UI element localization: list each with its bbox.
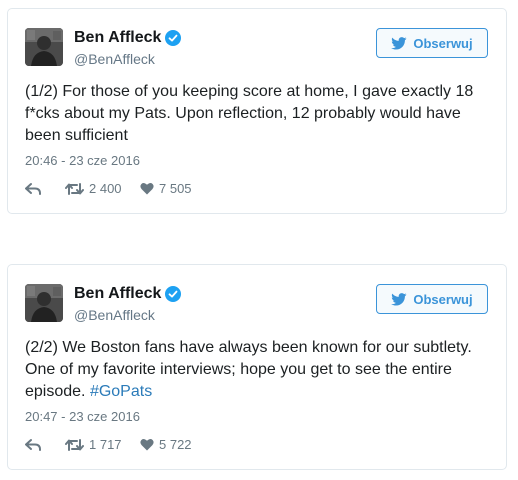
retweet-button[interactable]: 2 400 — [65, 181, 140, 196]
tweet-text: (2/2) We Boston fans have always been kn… — [25, 337, 495, 403]
hashtag-link[interactable]: #GoPats — [90, 383, 152, 400]
heart-icon — [140, 182, 154, 195]
retweet-icon — [65, 438, 84, 451]
twitter-bird-icon — [391, 36, 407, 50]
user-handle[interactable]: @BenAffleck — [74, 306, 155, 324]
verified-badge-icon — [165, 30, 182, 46]
tweet-card[interactable]: Ben Affleck @BenAffleck Obserwuj (2/2) W… — [7, 264, 507, 470]
retweet-count: 2 400 — [89, 181, 122, 196]
tweet-timestamp[interactable]: 20:46 - 23 cze 2016 — [25, 153, 140, 169]
verified-badge-icon — [165, 286, 182, 302]
follow-button-label: Obserwuj — [413, 35, 473, 51]
reply-button[interactable] — [25, 182, 65, 196]
heart-icon — [140, 438, 154, 451]
reply-button[interactable] — [25, 438, 65, 452]
like-button[interactable]: 5 722 — [140, 437, 192, 452]
retweet-button[interactable]: 1 717 — [65, 437, 140, 452]
avatar[interactable] — [25, 28, 63, 66]
tweet-text-body: (1/2) For those of you keeping score at … — [25, 83, 474, 144]
display-name[interactable]: Ben Affleck — [74, 28, 161, 48]
tweet-timestamp[interactable]: 20:47 - 23 cze 2016 — [25, 409, 140, 425]
reply-icon — [25, 182, 41, 195]
retweet-count: 1 717 — [89, 437, 122, 452]
avatar[interactable] — [25, 284, 63, 322]
author-name-row[interactable]: Ben Affleck — [74, 28, 182, 48]
tweet-text: (1/2) For those of you keeping score at … — [25, 81, 495, 147]
display-name[interactable]: Ben Affleck — [74, 284, 161, 304]
follow-button-label: Obserwuj — [413, 291, 473, 307]
twitter-bird-icon — [391, 292, 407, 306]
follow-button[interactable]: Obserwuj — [376, 28, 488, 58]
tweet-card[interactable]: Ben Affleck @BenAffleck Obserwuj (1/2) F… — [7, 8, 507, 214]
author-name-row[interactable]: Ben Affleck — [74, 284, 182, 304]
follow-button[interactable]: Obserwuj — [376, 284, 488, 314]
reply-icon — [25, 438, 41, 451]
like-count: 7 505 — [159, 181, 192, 196]
user-handle[interactable]: @BenAffleck — [74, 50, 155, 68]
tweet-actions: 1 717 5 722 — [25, 437, 192, 452]
like-count: 5 722 — [159, 437, 192, 452]
retweet-icon — [65, 182, 84, 195]
like-button[interactable]: 7 505 — [140, 181, 192, 196]
tweet-actions: 2 400 7 505 — [25, 181, 192, 196]
